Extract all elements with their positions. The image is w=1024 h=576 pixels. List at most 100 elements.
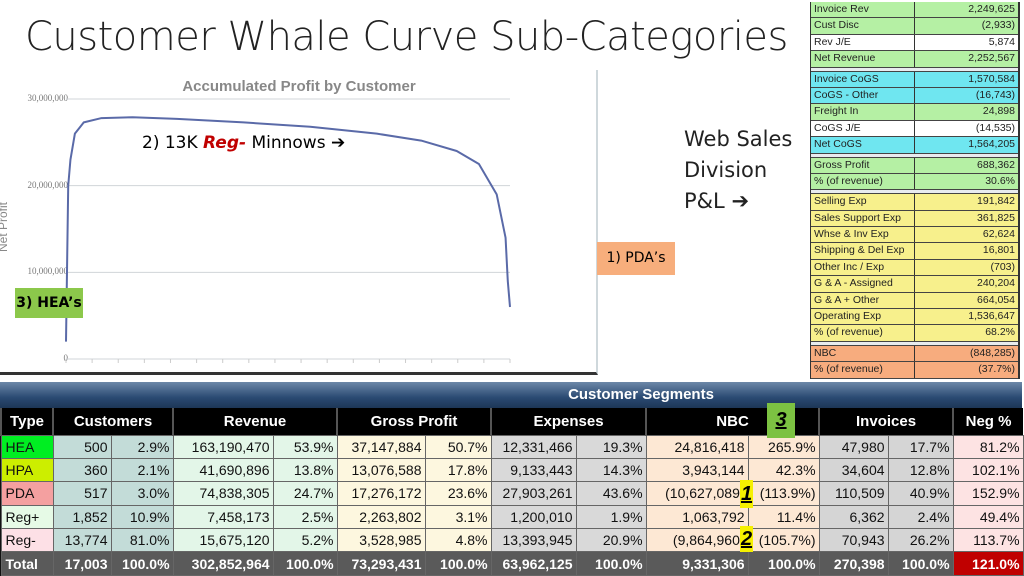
pnl-row: Shipping & Del Exp 16,801 — [811, 243, 1018, 260]
data-cell: 163,190,470 — [172, 434, 274, 459]
data-cell: 517 — [52, 481, 112, 506]
data-cell: 113.7% — [952, 528, 1024, 553]
table-row: PDA 517 3.0% 74,838,305 24.7% 17,276,172 23.6%… — [0, 481, 1024, 506]
data-cell: 43.6% — [575, 481, 647, 506]
data-cell: (9,864,960) — [645, 528, 749, 553]
data-cell: 360 — [52, 457, 112, 483]
header-neg-pct: Neg % — [952, 408, 1024, 435]
total-cell: 63,962,125 — [490, 551, 577, 576]
pnl-value: 62,624 — [982, 228, 1015, 241]
pnl-callout-line: Web Sales — [684, 127, 793, 151]
data-cell: (113.9%) — [747, 481, 820, 506]
data-cell: 7,458,173 — [172, 504, 274, 530]
total-cell: 302,852,964 — [172, 551, 274, 576]
data-cell: 3,943,144 — [645, 457, 749, 483]
data-cell: 20.9% — [575, 528, 647, 553]
data-cell: 12.8% — [887, 457, 954, 483]
data-cell: 17.8% — [424, 457, 492, 483]
header-expenses: Expenses — [490, 408, 647, 435]
data-cell: 12,331,466 — [490, 434, 577, 459]
total-row: Total 17,003 100.0% 302,852,964 100.0% 73,293… — [0, 551, 1024, 576]
data-cell: 110,509 — [818, 481, 889, 506]
pnl-label: Operating Exp — [811, 309, 915, 325]
pnl-value: 1,564,205 — [968, 138, 1015, 151]
pnl-label: Invoice CoGS — [811, 71, 915, 87]
data-cell: 74,838,305 — [172, 481, 274, 506]
table-row: Reg+ 1,852 10.9% 7,458,173 2.5% 2,263,802 3.1%… — [0, 504, 1024, 530]
pnl-label: % (of revenue) — [811, 325, 915, 341]
pnl-row: Sales Support Exp 361,825 — [811, 210, 1018, 228]
table-row: HEA 500 2.9% 163,190,470 53.9% 37,147,884 50.7… — [0, 434, 1024, 459]
pnl-label: G & A + Other — [811, 292, 915, 309]
data-cell: 17,276,172 — [336, 481, 426, 506]
data-cell: 1,063,792 — [645, 504, 749, 530]
data-cell: (105.7%) — [747, 528, 820, 553]
data-cell: 70,943 — [818, 528, 889, 553]
pnl-value: (2,933) — [981, 19, 1015, 32]
header-gross-profit: Gross Profit — [336, 408, 492, 435]
reg-minus-text: Reg- — [203, 133, 247, 153]
total-cell: 100.0% — [272, 551, 338, 576]
data-cell: 19.3% — [575, 434, 647, 459]
plot-area — [65, 98, 511, 363]
pnl-row: Gross Profit 688,362 — [811, 157, 1018, 174]
data-cell: 1,200,010 — [490, 504, 577, 530]
pda-callout: 1) PDA’s — [597, 242, 675, 275]
pnl-value: 2,249,625 — [968, 3, 1015, 15]
pnl-value: 688,362 — [977, 158, 1015, 171]
pnl-label: Sales Support Exp — [811, 210, 915, 227]
data-cell: 4.8% — [424, 528, 492, 553]
type-cell: Reg+ — [0, 504, 54, 530]
data-cell: 13,774 — [52, 528, 112, 553]
type-cell: PDA — [0, 481, 54, 506]
data-cell: 102.1% — [952, 457, 1024, 483]
pnl-label: Cust Disc — [811, 18, 915, 34]
data-cell: 53.9% — [272, 434, 338, 459]
data-cell: 14.3% — [575, 457, 647, 483]
data-cell: 3.1% — [424, 504, 492, 530]
pnl-row: % (of revenue) 30.6% — [811, 173, 1018, 191]
minnows-text: 2) 13K — [142, 133, 204, 153]
data-cell: 24,816,418 — [645, 434, 749, 459]
pnl-value: 30.6% — [985, 174, 1015, 187]
pnl-label: Other Inc / Exp — [811, 259, 915, 276]
pnl-row: Net Revenue 2,252,567 — [811, 51, 1018, 68]
pnl-callout-line: Division — [684, 158, 768, 182]
data-cell: 42.3% — [747, 457, 820, 483]
data-cell: 5.2% — [272, 528, 338, 553]
total-cell: 270,398 — [818, 551, 889, 576]
pnl-value: 5,874 — [988, 35, 1015, 48]
pnl-label: NBC — [811, 345, 915, 362]
data-cell: 40.9% — [887, 481, 954, 506]
pnl-row: G & A + Other 664,054 — [811, 292, 1018, 310]
pnl-value: (703) — [990, 260, 1015, 273]
pnl-row: G & A - Assigned 240,204 — [811, 276, 1018, 293]
pnl-value: 191,842 — [977, 195, 1015, 208]
pnl-label: G & A - Assigned — [811, 276, 915, 292]
pnl-label: Net Revenue — [811, 51, 915, 67]
total-cell: 9,331,306 — [645, 551, 749, 576]
total-cell: 100.0% — [747, 551, 820, 576]
data-cell: 15,675,120 — [172, 528, 274, 553]
data-cell: 11.4% — [747, 504, 820, 530]
pnl-row: Rev J/E 5,874 — [811, 34, 1018, 52]
data-cell: 10.9% — [110, 504, 174, 530]
total-cell: 73,293,431 — [336, 551, 426, 576]
minnows-text: Minnows — [246, 133, 326, 153]
data-cell: 37,147,884 — [336, 434, 426, 459]
data-cell: 3.0% — [110, 481, 174, 506]
data-cell: 2.5% — [272, 504, 338, 530]
data-cell: 41,690,896 — [172, 457, 274, 483]
type-cell: HPA — [0, 457, 54, 483]
arrow-right-icon: ➔ — [330, 133, 346, 153]
pnl-value: 1,570,584 — [968, 72, 1015, 85]
data-cell: 2.4% — [887, 504, 954, 530]
pnl-row: Selling Exp 191,842 — [811, 194, 1018, 211]
pnl-row: CoGS - Other (16,743) — [811, 87, 1018, 105]
pnl-label: % (of revenue) — [811, 173, 915, 190]
pnl-value: 664,054 — [977, 293, 1015, 306]
pnl-label: Shipping & Del Exp — [811, 243, 915, 259]
pnl-row: NBC (848,285) — [811, 345, 1018, 363]
total-cell: 121.0% — [952, 551, 1024, 576]
pnl-callout: Web Sales Division P&L ➔ — [684, 124, 792, 217]
